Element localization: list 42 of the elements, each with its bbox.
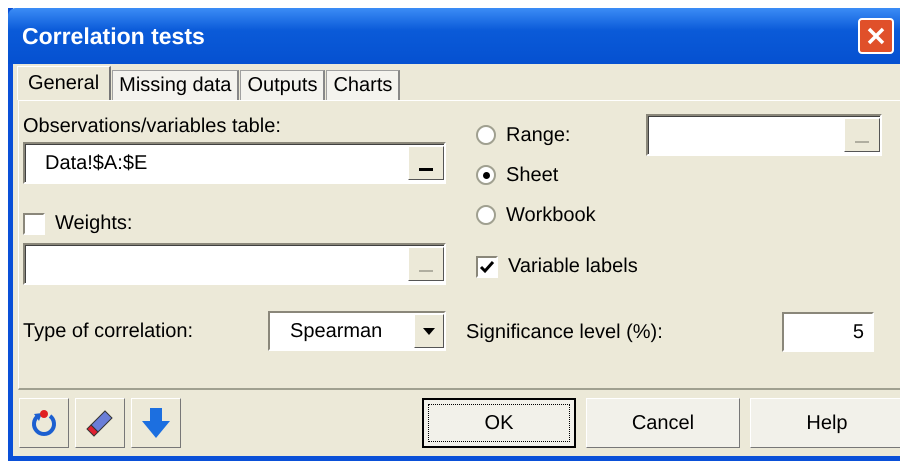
field-label: Observations/variables table: <box>23 115 282 138</box>
eraser-button[interactable] <box>75 398 125 448</box>
down-arrow-icon <box>141 407 171 439</box>
circular-arrow-icon <box>29 408 59 438</box>
tab[interactable]: Charts <box>326 70 400 100</box>
checkbox[interactable] <box>476 256 498 278</box>
dialog-button[interactable]: Cancel <box>586 398 740 448</box>
range-select-button[interactable] <box>408 247 444 281</box>
tab[interactable]: Outputs <box>240 70 326 100</box>
dialog-button[interactable]: Help <box>750 398 900 448</box>
close-button[interactable] <box>858 18 894 54</box>
input-field[interactable]: Data!$A:$E <box>23 142 446 184</box>
radio-button[interactable] <box>476 205 496 225</box>
eraser-icon <box>85 408 115 438</box>
tab[interactable]: Missing data <box>112 70 240 100</box>
range-select-button[interactable] <box>408 146 444 180</box>
dropdown-value: Spearman <box>289 320 384 342</box>
dialog-button[interactable]: OK <box>422 398 576 448</box>
tab[interactable]: General <box>17 66 112 100</box>
range-select-button[interactable] <box>844 118 880 152</box>
dash-icon <box>419 168 433 171</box>
dash-icon <box>855 141 869 143</box>
close-icon <box>865 25 887 47</box>
radio-button[interactable] <box>476 125 496 145</box>
radio-button[interactable] <box>476 165 496 185</box>
radio-label: Sheet <box>506 164 560 186</box>
field-label: Type of correlation: <box>23 320 194 342</box>
dropdown[interactable]: Spearman <box>268 311 446 351</box>
input-field[interactable]: 5 <box>782 312 874 352</box>
checkbox-label: Variable labels <box>508 255 638 278</box>
radio-label: Range: <box>506 124 572 146</box>
field-value: Data!$A:$E <box>44 152 148 174</box>
checkbox-label: Weights: <box>55 212 132 235</box>
input-field[interactable] <box>646 114 882 156</box>
field-label: Significance level (%): <box>466 320 664 344</box>
input-field[interactable] <box>23 243 446 285</box>
radio-label: Workbook <box>506 204 597 226</box>
checkbox[interactable] <box>23 212 45 234</box>
dash-icon <box>419 270 433 272</box>
window-title: Correlation tests <box>22 22 206 50</box>
reset-button[interactable] <box>19 398 69 448</box>
download-button[interactable] <box>131 398 181 448</box>
